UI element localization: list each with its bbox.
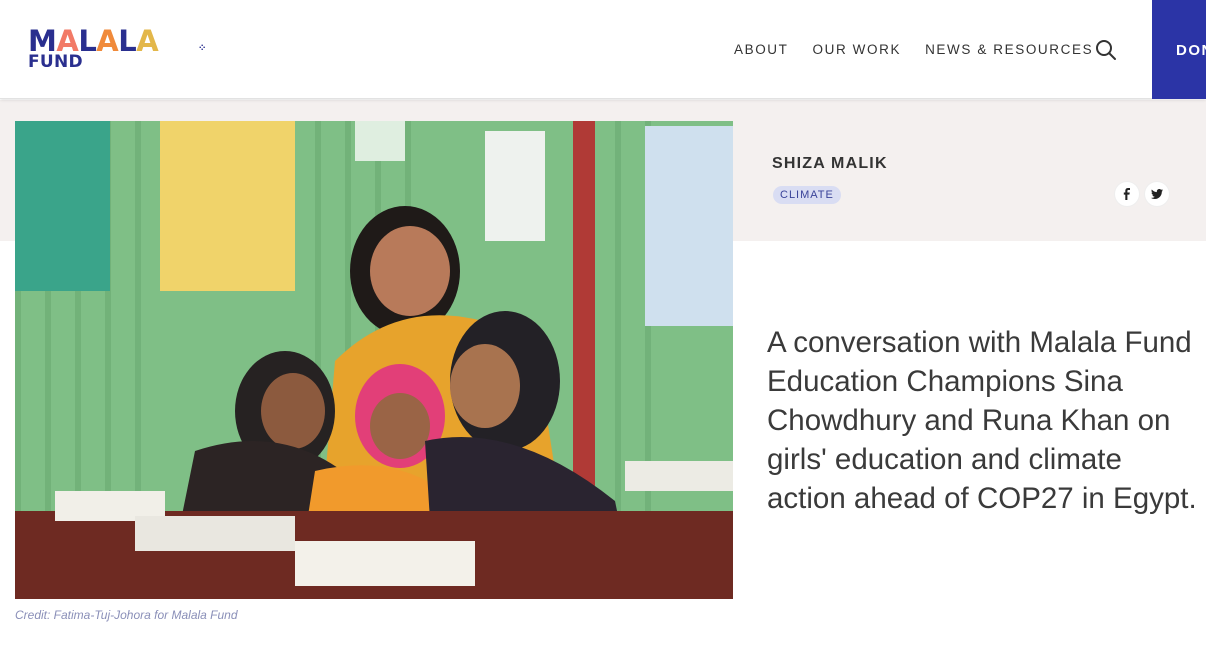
- donate-button[interactable]: DONATE: [1152, 0, 1206, 99]
- nav-our-work[interactable]: OUR WORK: [813, 42, 902, 57]
- article-headline: A conversation with Malala Fund Educatio…: [767, 326, 1197, 515]
- author-name[interactable]: SHIZA MALIK: [772, 155, 888, 173]
- logo-dots-icon: ⁘: [198, 43, 207, 54]
- hero-photo: [15, 121, 733, 599]
- malala-fund-logo[interactable]: MALALA FUND ⁘: [28, 26, 218, 74]
- twitter-icon[interactable]: [1145, 182, 1169, 206]
- site-header: MALALA FUND ⁘ ABOUT OUR WORK NEWS & RESO…: [0, 0, 1206, 99]
- logo-subtitle: FUND: [28, 52, 83, 72]
- nav-news-resources[interactable]: NEWS & RESOURCES: [925, 42, 1093, 57]
- main-nav: ABOUT OUR WORK NEWS & RESOURCES: [734, 42, 1117, 57]
- nav-about[interactable]: ABOUT: [734, 42, 789, 57]
- category-tag[interactable]: CLIMATE: [773, 186, 841, 204]
- facebook-icon[interactable]: [1115, 182, 1139, 206]
- photo-credit: Credit: Fatima-Tuj-Johora for Malala Fun…: [15, 608, 238, 622]
- search-icon[interactable]: [1094, 38, 1118, 62]
